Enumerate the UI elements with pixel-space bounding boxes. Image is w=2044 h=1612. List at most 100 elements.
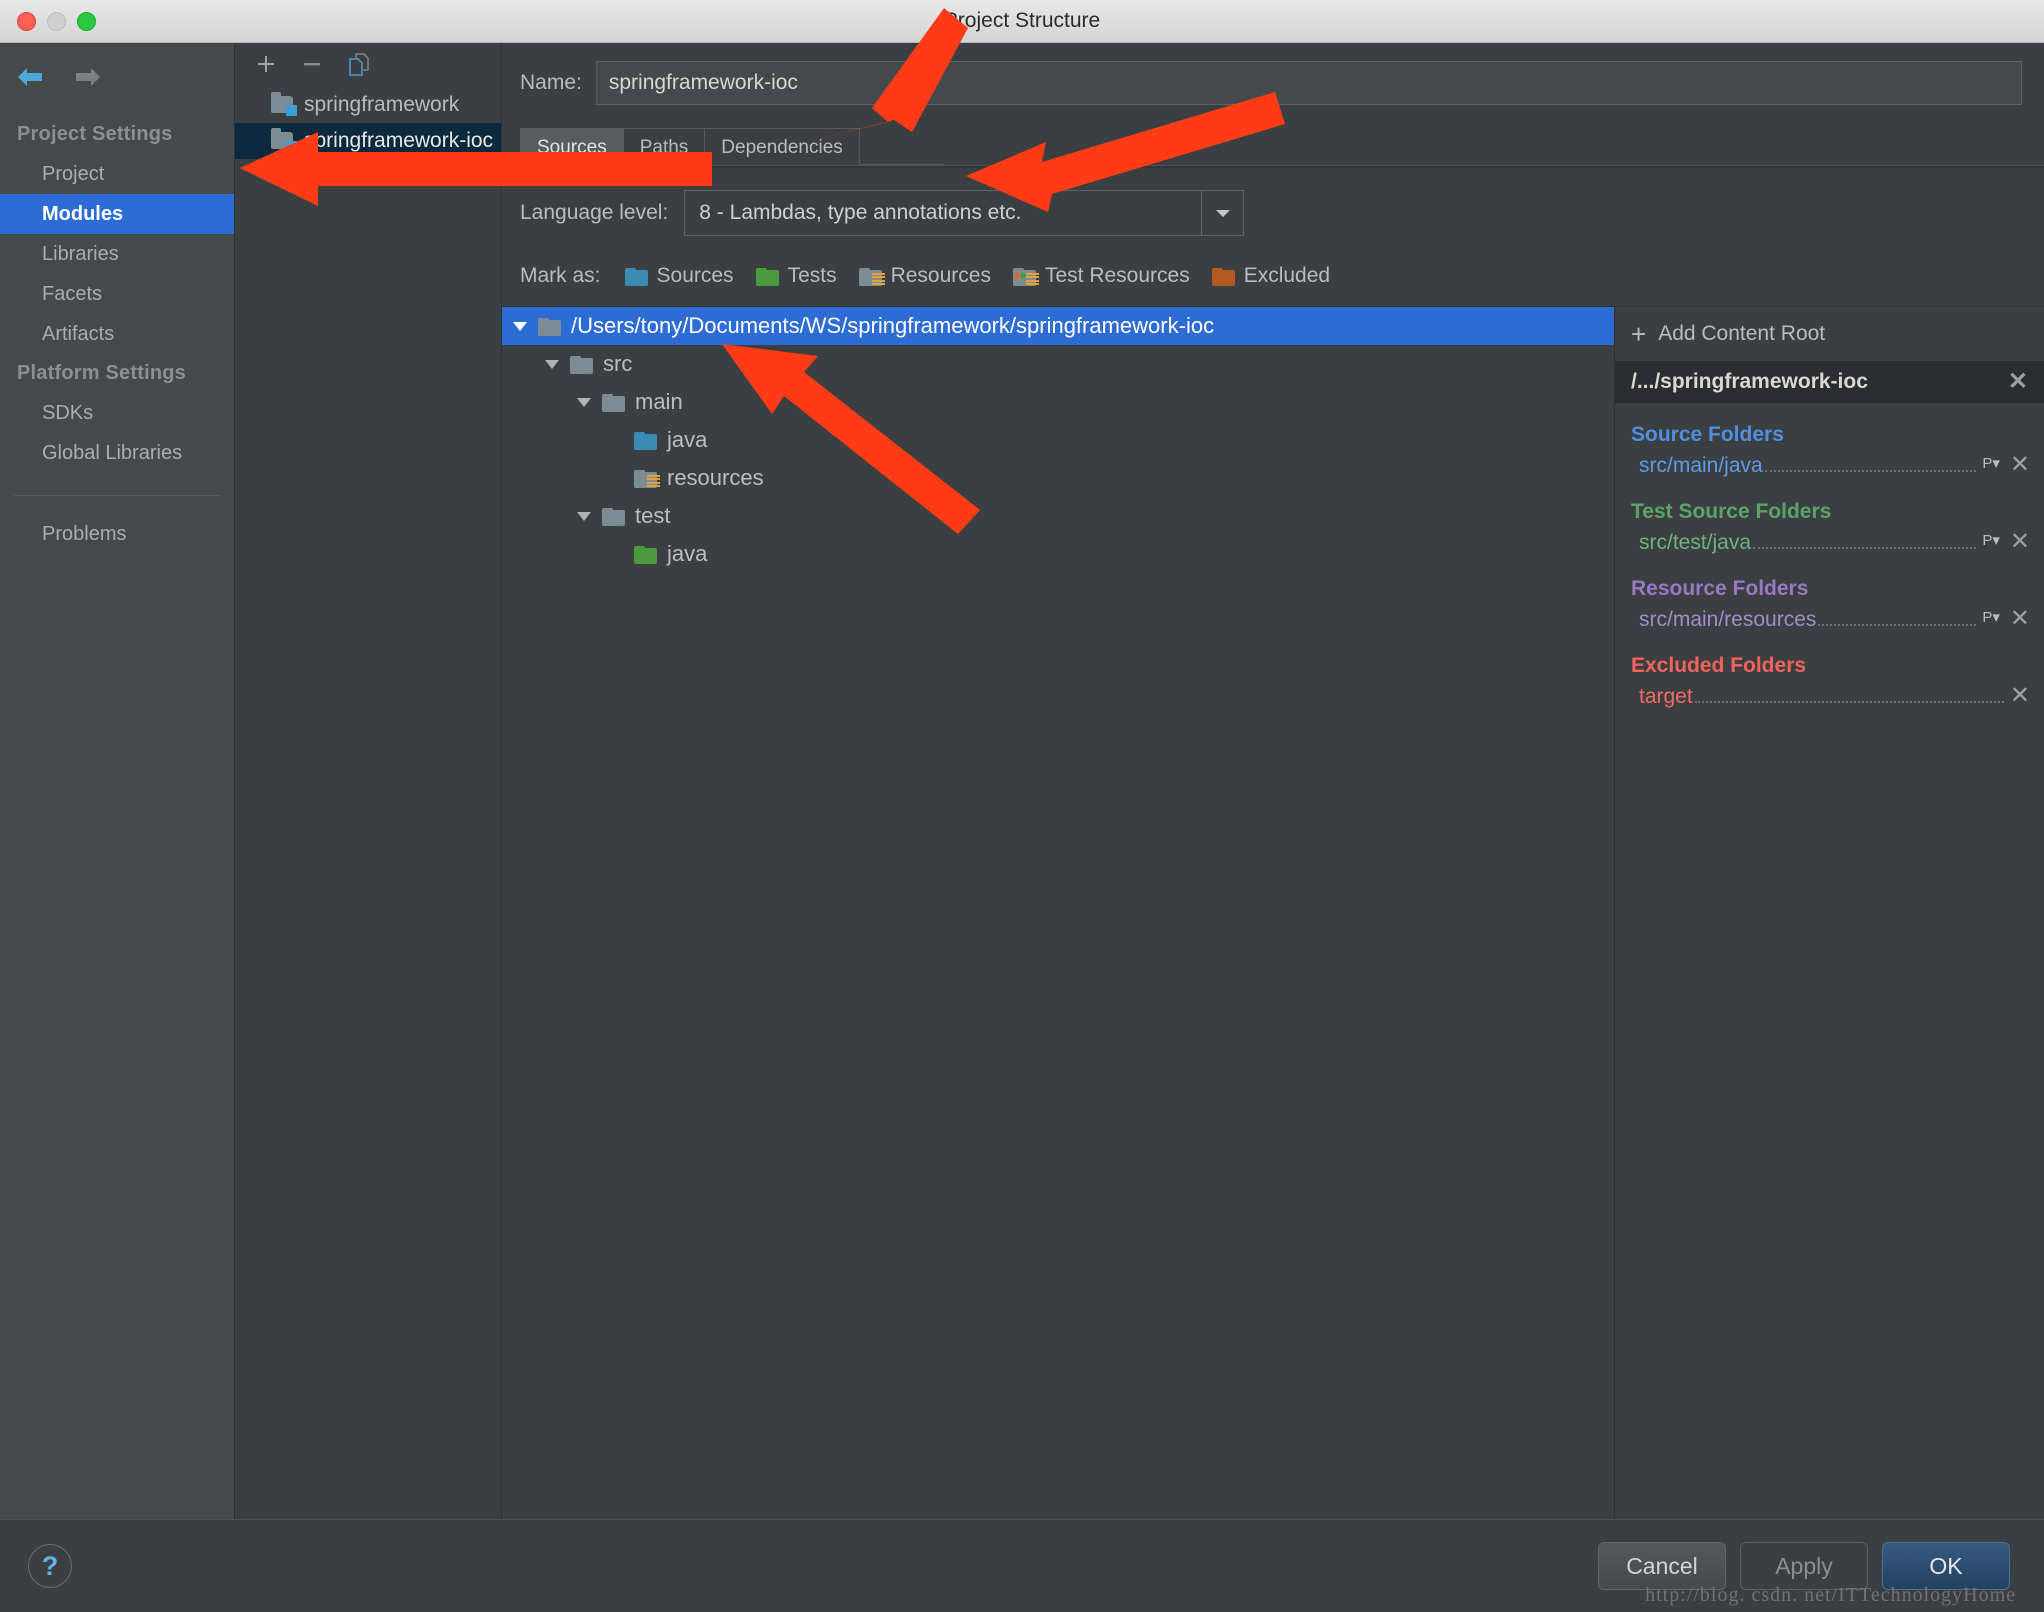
back-arrow-icon[interactable] (14, 63, 48, 91)
mark-as-label: Mark as: (520, 264, 601, 287)
module-list-toolbar (235, 43, 501, 87)
source-folder-row[interactable]: src/main/java P▾ ✕ (1615, 451, 2044, 480)
excluded-folder-row[interactable]: target ✕ (1615, 682, 2044, 711)
dialog-action-buttons: Cancel Apply OK (1598, 1542, 2010, 1590)
package-prefix-icon[interactable]: P▾ (1982, 531, 2000, 549)
mark-as-excluded-button[interactable]: Excluded (1211, 264, 1331, 288)
tab-paths[interactable]: Paths (622, 128, 706, 165)
remove-resource-folder-icon[interactable]: ✕ (2010, 607, 2030, 631)
sidebar-group-platform-settings: Platform Settings (17, 362, 186, 384)
project-structure-dialog: Project Structure Project Settings Proje… (0, 0, 2044, 1612)
dialog-footer: ? Cancel Apply OK http://blog. csdn. net… (0, 1519, 2044, 1612)
mark-as-test-resources-button[interactable]: Test Resources (1012, 264, 1190, 288)
folder-gray-icon (602, 506, 627, 527)
remove-test-source-folder-icon[interactable]: ✕ (2010, 530, 2030, 554)
sidebar-item-modules[interactable]: Modules (0, 194, 234, 234)
collapse-triangle-icon[interactable] (542, 354, 562, 374)
folder-tests-icon (634, 544, 659, 565)
mark-as-row: Mark as: Sources Tests Resources Test Re… (502, 236, 2044, 306)
module-editor-pane: Name: Sources Paths Dependencies Languag… (502, 43, 2044, 1519)
language-level-label: Language level: (520, 201, 669, 224)
tree-row-main-java[interactable]: java (502, 421, 1614, 459)
sidebar-item-sdks[interactable]: SDKs (0, 393, 234, 433)
content-root-path: /.../springframework-ioc (1631, 370, 1868, 393)
tree-row-test-java[interactable]: java (502, 535, 1614, 573)
tabs-filler (858, 164, 944, 165)
module-item-springframework-ioc[interactable]: springframework-ioc (235, 123, 501, 159)
module-name-input[interactable] (595, 61, 2022, 105)
help-button[interactable]: ? (28, 1544, 72, 1588)
module-tabs: Sources Paths Dependencies (502, 123, 2044, 165)
remove-module-button[interactable] (299, 52, 325, 78)
source-folders-title: Source Folders (1631, 423, 1784, 446)
excluded-folders-title: Excluded Folders (1631, 654, 1807, 677)
sources-content-split: /Users/tony/Documents/WS/springframework… (502, 306, 2044, 1519)
sidebar-nav-arrows (0, 51, 234, 115)
module-item-label: springframework (304, 93, 460, 116)
mark-as-tests-button[interactable]: Tests (755, 264, 837, 288)
sidebar-item-libraries[interactable]: Libraries (0, 234, 234, 274)
settings-sidebar: Project Settings Project Modules Librari… (0, 43, 235, 1519)
language-level-select[interactable]: 8 - Lambdas, type annotations etc. (684, 190, 1245, 236)
remove-content-root-icon[interactable]: ✕ (2008, 370, 2028, 394)
sidebar-item-problems[interactable]: Problems (0, 514, 234, 554)
sidebar-item-project[interactable]: Project (0, 154, 234, 194)
collapse-triangle-icon[interactable] (574, 392, 594, 412)
folder-sources-icon (624, 266, 650, 287)
tree-row-main[interactable]: main (502, 383, 1614, 421)
module-item-label: springframework-ioc (304, 129, 494, 152)
package-prefix-icon[interactable]: P▾ (1982, 608, 2000, 626)
forward-arrow-icon[interactable] (70, 63, 104, 91)
add-content-root-label: Add Content Root (1658, 322, 1826, 345)
module-folder-icon (271, 92, 297, 116)
test-source-folder-row[interactable]: src/test/java P▾ ✕ (1615, 528, 2044, 557)
tab-dependencies[interactable]: Dependencies (704, 128, 860, 165)
folder-resources-icon (858, 266, 885, 287)
excluded-folder-path: target (1639, 685, 1693, 708)
mark-as-resources-button[interactable]: Resources (858, 264, 991, 288)
language-level-value: 8 - Lambdas, type annotations etc. (699, 201, 1022, 224)
module-item-springframework[interactable]: springframework (235, 87, 501, 123)
sidebar-item-facets[interactable]: Facets (0, 274, 234, 314)
tree-row-label: test (635, 503, 671, 528)
tree-row-label: resources (667, 465, 764, 490)
chevron-down-icon[interactable] (1201, 191, 1243, 235)
folder-test-resources-icon (1012, 266, 1039, 287)
mark-as-sources-label: Sources (656, 264, 734, 287)
remove-source-folder-icon[interactable]: ✕ (2010, 453, 2030, 477)
apply-button[interactable]: Apply (1740, 1542, 1868, 1590)
dotted-leader (1764, 470, 1977, 472)
tree-row-test[interactable]: test (502, 497, 1614, 535)
folder-gray-icon (602, 392, 627, 413)
resource-folder-row[interactable]: src/main/resources P▾ ✕ (1615, 605, 2044, 634)
sidebar-item-artifacts[interactable]: Artifacts (0, 314, 234, 354)
mark-as-tests-label: Tests (787, 264, 837, 287)
tree-row-main-resources[interactable]: resources (502, 459, 1614, 497)
module-folder-icon (271, 128, 297, 152)
ok-button[interactable]: OK (1882, 1542, 2010, 1590)
collapse-triangle-icon[interactable] (510, 316, 530, 336)
copy-module-icon[interactable] (345, 51, 373, 79)
content-root-tree[interactable]: /Users/tony/Documents/WS/springframework… (502, 306, 1614, 1519)
tab-sources[interactable]: Sources (520, 128, 624, 165)
watermark-text: http://blog. csdn. net/ITTechnologyHome (1645, 1584, 2016, 1606)
folder-gray-icon (538, 316, 563, 337)
remove-excluded-folder-icon[interactable]: ✕ (2010, 684, 2030, 708)
folder-gray-icon (570, 354, 595, 375)
sidebar-item-global-libraries[interactable]: Global Libraries (0, 433, 234, 473)
tree-row-label: java (667, 541, 708, 566)
mark-as-resources-label: Resources (890, 264, 991, 287)
collapse-triangle-icon[interactable] (574, 506, 594, 526)
module-list-pane: springframework springframework-ioc (235, 43, 502, 1519)
mark-as-sources-button[interactable]: Sources (624, 264, 734, 288)
add-content-root-button[interactable]: + Add Content Root (1615, 307, 2044, 361)
mark-as-excluded-label: Excluded (1243, 264, 1331, 287)
cancel-button[interactable]: Cancel (1598, 1542, 1726, 1590)
content-root-header: /.../springframework-ioc ✕ (1615, 361, 2044, 403)
dotted-leader (1694, 701, 2004, 703)
add-module-button[interactable] (253, 52, 279, 78)
tree-row-src[interactable]: src (502, 345, 1614, 383)
folder-tests-icon (755, 266, 781, 287)
tree-row-content-root[interactable]: /Users/tony/Documents/WS/springframework… (502, 307, 1614, 345)
package-prefix-icon[interactable]: P▾ (1982, 454, 2000, 472)
